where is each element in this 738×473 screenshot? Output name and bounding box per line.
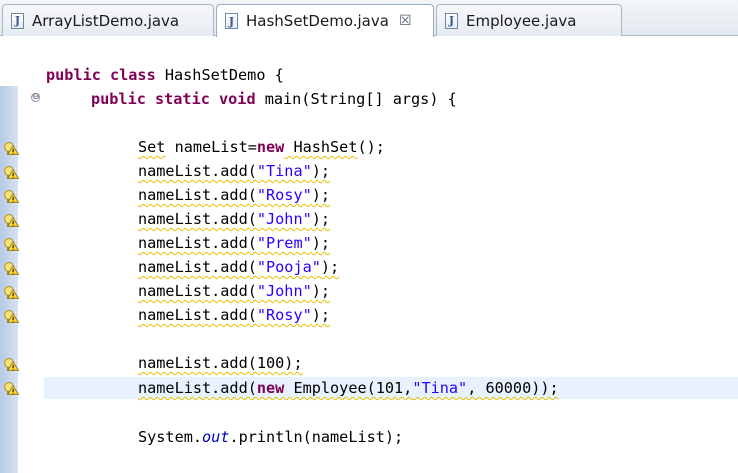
code-text: Employee(101, bbox=[284, 379, 413, 397]
code-line: System.out.println(nameList); bbox=[138, 425, 403, 449]
keyword: public static void bbox=[91, 90, 256, 108]
string-literal: "Pooja" bbox=[256, 258, 321, 276]
keyword: new bbox=[256, 379, 285, 397]
warning-lightbulb-icon[interactable] bbox=[3, 381, 19, 395]
java-file-icon: J bbox=[445, 12, 458, 29]
code-line: nameList.add(100); bbox=[138, 351, 303, 375]
string-literal: "John" bbox=[256, 210, 312, 228]
string-literal: "Tina" bbox=[412, 379, 468, 397]
warning-lightbulb-icon[interactable] bbox=[3, 237, 19, 251]
code-line: nameList.add("Tina"); bbox=[138, 159, 330, 183]
code-text: System. bbox=[138, 428, 203, 446]
tab-label: Employee.java bbox=[466, 11, 577, 30]
code-text: ); bbox=[311, 186, 331, 204]
string-literal: "Tina" bbox=[256, 162, 312, 180]
code-text: ); bbox=[320, 258, 340, 276]
collapse-icon[interactable]: ⊖ bbox=[31, 93, 40, 102]
code-line: nameList.add("Rosy"); bbox=[138, 183, 330, 207]
code-text: nameList.add( bbox=[138, 162, 257, 180]
code-text: ); bbox=[311, 282, 331, 300]
keyword: public class bbox=[46, 66, 156, 84]
code-text: ); bbox=[311, 162, 331, 180]
string-literal: "Prem" bbox=[256, 234, 312, 252]
code-line: public static void main(String[] args) { bbox=[91, 87, 457, 111]
code-text: HashSetDemo { bbox=[155, 66, 284, 84]
tab-hashsetdemo[interactable]: J HashSetDemo.java ☒ bbox=[216, 4, 434, 37]
code-text: nameList.add(100); bbox=[138, 354, 303, 372]
code-text: nameList.add( bbox=[138, 258, 257, 276]
code-text: ); bbox=[311, 306, 331, 324]
code-text: nameList.add( bbox=[138, 282, 257, 300]
code-text: HashSet bbox=[284, 138, 358, 156]
warning-lightbulb-icon[interactable] bbox=[3, 357, 19, 371]
code-text: nameList= bbox=[165, 138, 257, 156]
warning-lightbulb-icon[interactable] bbox=[3, 165, 19, 179]
string-literal: "Rosy" bbox=[256, 306, 312, 324]
code-text: main(String[] args) { bbox=[255, 90, 457, 108]
code-text: (); bbox=[357, 138, 385, 156]
string-literal: "Rosy" bbox=[256, 186, 312, 204]
eclipse-editor-window: J ArrayListDemo.java J Employee.java J H… bbox=[0, 0, 738, 473]
code-line: nameList.add("Prem"); bbox=[138, 231, 330, 255]
code-text: ); bbox=[311, 210, 331, 228]
java-file-icon: J bbox=[11, 12, 24, 29]
code-line: nameList.add("John"); bbox=[138, 279, 330, 303]
code-text: .println(nameList); bbox=[229, 428, 404, 446]
string-literal: "John" bbox=[256, 282, 312, 300]
code-text: ); bbox=[311, 234, 331, 252]
code-text: nameList.add( bbox=[138, 186, 257, 204]
warning-lightbulb-icon[interactable] bbox=[3, 189, 19, 203]
code-line: nameList.add(new Employee(101,"Tina", 60… bbox=[138, 376, 559, 400]
code-text: nameList.add( bbox=[138, 306, 257, 324]
warning-lightbulb-icon[interactable] bbox=[3, 285, 19, 299]
code-line: nameList.add("Pooja"); bbox=[138, 255, 339, 279]
code-text: nameList.add( bbox=[138, 210, 257, 228]
java-file-icon: J bbox=[225, 13, 238, 29]
code-line: nameList.add("John"); bbox=[138, 207, 330, 231]
code-text: nameList.add( bbox=[138, 234, 257, 252]
code-line: nameList.add("Rosy"); bbox=[138, 303, 330, 327]
tab-label: ArrayListDemo.java bbox=[32, 11, 180, 30]
close-tab-icon[interactable]: ☒ bbox=[399, 14, 412, 28]
warning-lightbulb-icon[interactable] bbox=[3, 213, 19, 227]
code-text: , 60000)); bbox=[467, 379, 559, 397]
keyword: new bbox=[256, 138, 285, 156]
editor-tab-bar: J ArrayListDemo.java J Employee.java J H… bbox=[0, 0, 738, 37]
warning-lightbulb-icon[interactable] bbox=[3, 141, 19, 155]
code-line: Set nameList=new HashSet(); bbox=[138, 135, 385, 159]
static-field: out bbox=[202, 428, 230, 446]
tab-employee[interactable]: J Employee.java bbox=[436, 4, 622, 36]
warning-lightbulb-icon[interactable] bbox=[3, 261, 19, 275]
warning-lightbulb-icon[interactable] bbox=[3, 309, 19, 323]
code-editor[interactable]: ⊖ public class HashSetDemo { public stat… bbox=[0, 36, 738, 473]
code-text: nameList.add( bbox=[138, 379, 257, 397]
code-line: public class HashSetDemo { bbox=[46, 63, 284, 87]
code-text: Set bbox=[138, 138, 166, 156]
tab-arraylistdemo[interactable]: J ArrayListDemo.java bbox=[2, 4, 214, 36]
tab-label: HashSetDemo.java bbox=[246, 12, 389, 30]
